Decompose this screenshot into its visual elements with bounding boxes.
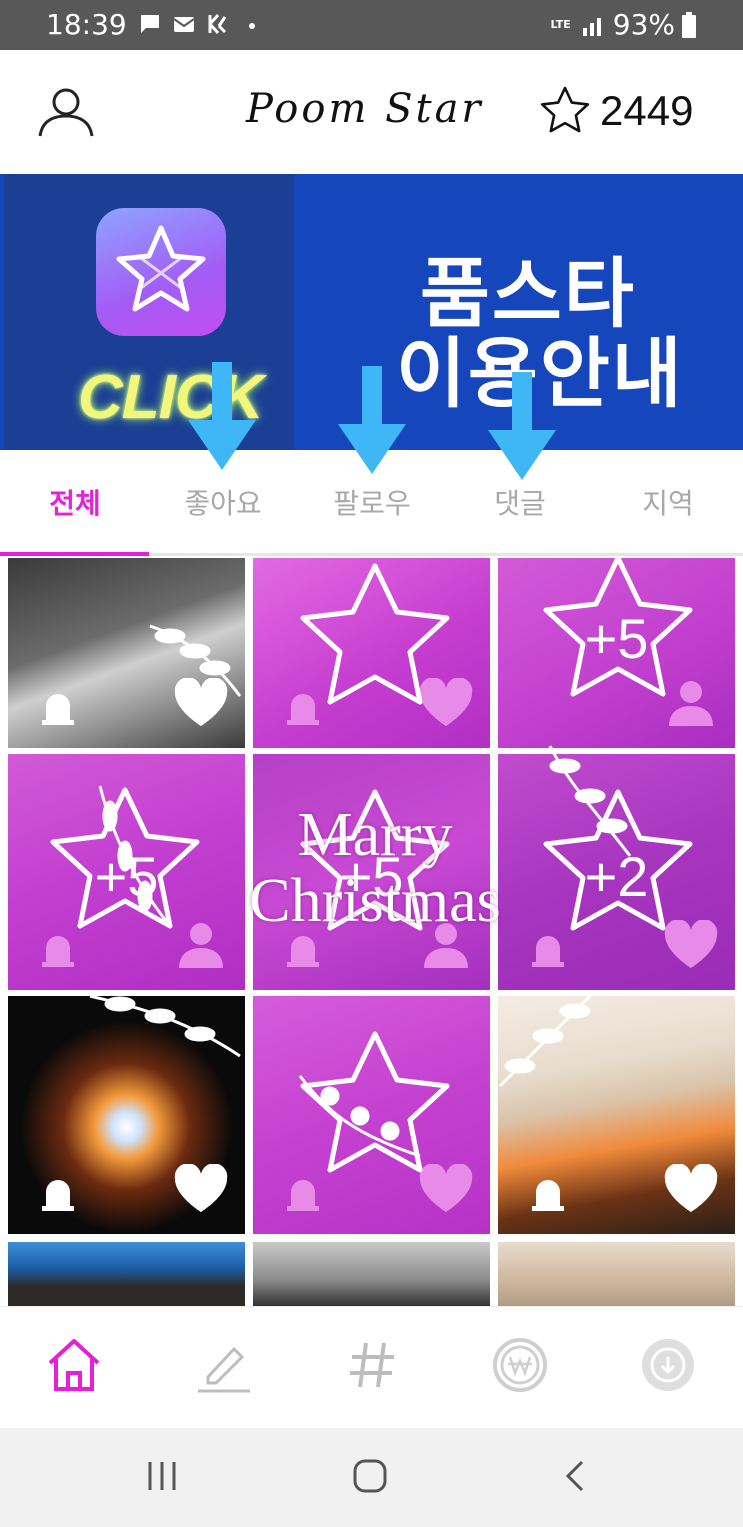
plus-count: +5: [584, 607, 649, 670]
person-icon[interactable]: [663, 678, 719, 728]
battery-icon: [682, 11, 696, 38]
tab-follow[interactable]: 팔로우: [333, 482, 410, 522]
grid-post[interactable]: [498, 996, 735, 1234]
tab-all[interactable]: 전체: [49, 482, 101, 522]
home-button-icon[interactable]: [350, 1456, 390, 1496]
heart-icon[interactable]: [418, 678, 474, 728]
recent-apps-icon[interactable]: [142, 1456, 182, 1496]
status-bar: 18:39 LTE 93%: [0, 0, 743, 50]
heart-icon[interactable]: [418, 1164, 474, 1214]
grid-post[interactable]: [8, 1242, 245, 1306]
status-time: 18:39: [46, 8, 127, 41]
arrow-down-icon: [338, 366, 406, 474]
christmas-greeting-line1: Marry: [297, 801, 453, 869]
christmas-greeting: Marry Christmas: [190, 802, 560, 934]
home-icon[interactable]: [44, 1335, 104, 1395]
status-right: LTE 93%: [551, 8, 697, 41]
tab-region[interactable]: 지역: [642, 482, 694, 522]
bottom-nav: [0, 1306, 743, 1428]
grid-post[interactable]: [253, 558, 490, 748]
star-outline-icon: [540, 86, 590, 133]
grid-post[interactable]: [253, 996, 490, 1234]
hashtag-icon[interactable]: [342, 1335, 402, 1395]
siren-icon: [287, 936, 319, 967]
network-type: LTE: [550, 18, 571, 31]
grid-post[interactable]: [8, 996, 245, 1234]
system-nav-bar: [0, 1428, 743, 1527]
kakao-icon: [208, 14, 227, 34]
siren-icon: [42, 936, 74, 967]
siren-icon: [287, 694, 319, 725]
arrow-down-icon: [488, 372, 556, 480]
battery-percent: 93%: [612, 8, 675, 41]
chat-icon: [141, 15, 159, 33]
siren-icon: [532, 936, 564, 967]
grid-post[interactable]: +5: [498, 558, 735, 748]
heart-icon[interactable]: [663, 920, 719, 970]
pencil-icon[interactable]: [194, 1335, 254, 1395]
dot-icon: [249, 23, 255, 29]
app-logo-icon: [96, 208, 226, 336]
arrow-down-icon: [188, 362, 256, 470]
siren-icon: [42, 1180, 74, 1211]
tab-likes[interactable]: 좋아요: [184, 482, 261, 522]
app-title: Poom Star: [246, 86, 484, 132]
heart-icon[interactable]: [663, 1164, 719, 1214]
won-coin-icon[interactable]: [490, 1335, 550, 1395]
download-icon[interactable]: [638, 1335, 698, 1395]
grid-post[interactable]: [8, 558, 245, 748]
signal-icon: [582, 17, 601, 36]
naver-mail-icon: [173, 17, 195, 32]
grid-post[interactable]: [498, 1242, 735, 1306]
heart-icon[interactable]: [173, 678, 229, 728]
siren-icon: [42, 694, 74, 725]
user-icon[interactable]: [36, 84, 96, 140]
notification-icons: [138, 12, 264, 36]
grid-post[interactable]: [253, 1242, 490, 1306]
star-count: 2449: [600, 87, 694, 134]
siren-icon: [287, 1180, 319, 1211]
heart-icon[interactable]: [173, 1164, 229, 1214]
tab-comments[interactable]: 댓글: [494, 482, 546, 522]
star-points[interactable]: 2449: [538, 84, 693, 138]
christmas-greeting-line2: Christmas: [249, 867, 501, 935]
back-icon[interactable]: [556, 1456, 596, 1496]
app-header: Poom Star 2449: [0, 50, 743, 174]
siren-icon: [532, 1180, 564, 1211]
